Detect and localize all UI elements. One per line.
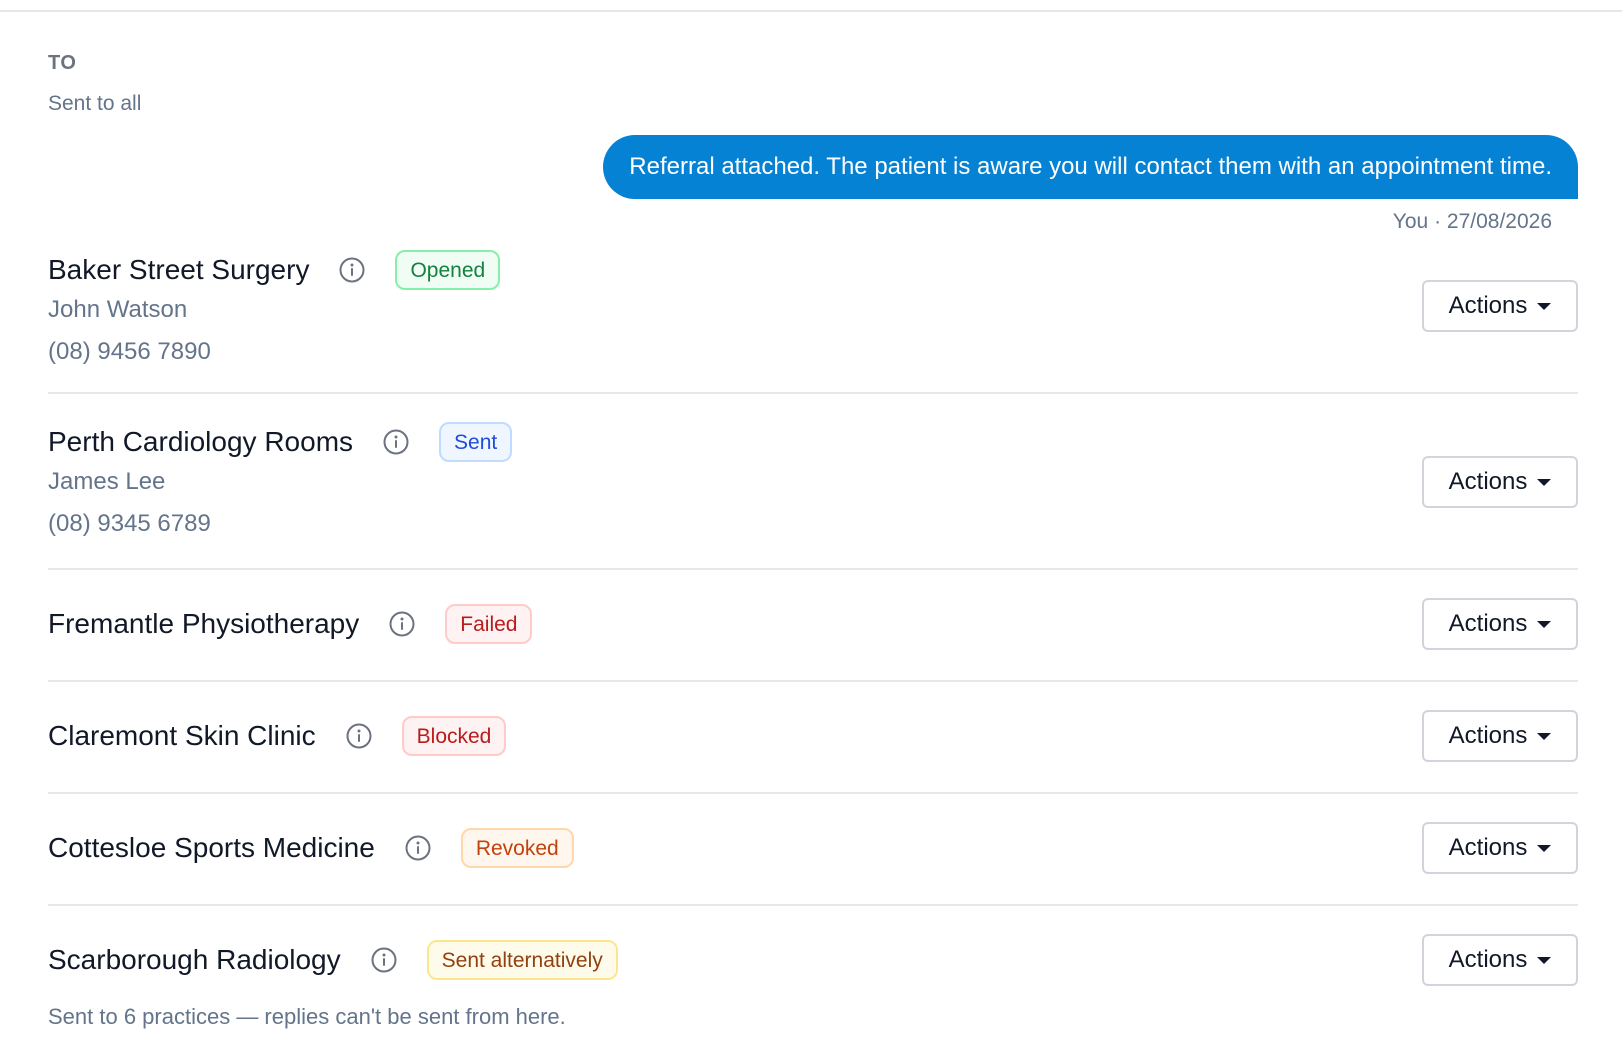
recipient-name: Cottesloe Sports Medicine <box>48 832 375 863</box>
info-icon[interactable] <box>371 947 397 973</box>
actions-label: Actions <box>1448 610 1528 637</box>
actions-label: Actions <box>1448 722 1528 749</box>
recipient-row: Baker Street Surgery Opened John Watson … <box>48 240 1578 394</box>
to-label: TO <box>48 52 77 74</box>
caret-down-icon <box>1537 956 1552 964</box>
caret-down-icon <box>1537 302 1552 310</box>
actions-label: Actions <box>1448 834 1528 861</box>
actions-label: Actions <box>1448 292 1528 319</box>
contact-phone: (08) 9345 6789 <box>48 510 211 537</box>
message-bubble: Referral attached. The patient is aware … <box>603 135 1578 199</box>
actions-button[interactable]: Actions <box>1422 710 1578 762</box>
recipient-row: Cottesloe Sports Medicine Revoked Action… <box>48 794 1578 906</box>
info-icon[interactable] <box>346 723 372 749</box>
status-badge: Sent alternatively <box>426 940 618 980</box>
recipient-row: Perth Cardiology Rooms Sent James Lee (0… <box>48 394 1578 570</box>
sent-to-text: Sent to all <box>48 92 142 115</box>
status-badge: Revoked <box>460 828 574 868</box>
caret-down-icon <box>1537 478 1552 486</box>
info-icon[interactable] <box>383 429 409 455</box>
caret-down-icon <box>1537 732 1552 740</box>
recipient-name: Claremont Skin Clinic <box>48 720 316 751</box>
contact-phone: (08) 9456 7890 <box>48 338 211 365</box>
status-badge: Sent <box>439 422 513 462</box>
recipient-list: Baker Street Surgery Opened John Watson … <box>48 240 1578 1016</box>
status-badge: Opened <box>395 250 501 290</box>
recipient-name: Scarborough Radiology <box>48 944 341 975</box>
actions-button[interactable]: Actions <box>1422 456 1578 508</box>
actions-button[interactable]: Actions <box>1422 598 1578 650</box>
actions-label: Actions <box>1448 468 1528 495</box>
top-divider <box>0 10 1622 12</box>
actions-label: Actions <box>1448 946 1528 973</box>
caret-down-icon <box>1537 844 1552 852</box>
info-icon[interactable] <box>389 611 415 637</box>
footer-note: Sent to 6 practices — replies can't be s… <box>48 1004 566 1029</box>
recipient-row: Scarborough Radiology Sent alternatively… <box>48 906 1578 1016</box>
status-badge: Failed <box>445 604 533 644</box>
recipient-row: Fremantle Physiotherapy Failed Actions <box>48 570 1578 682</box>
actions-button[interactable]: Actions <box>1422 822 1578 874</box>
recipient-name: Fremantle Physiotherapy <box>48 608 360 639</box>
actions-button[interactable]: Actions <box>1422 280 1578 332</box>
info-icon[interactable] <box>339 257 365 283</box>
recipient-name: Perth Cardiology Rooms <box>48 426 354 457</box>
recipient-name: Baker Street Surgery <box>48 254 310 285</box>
message-meta: You · 27/08/2026 <box>1392 210 1552 233</box>
caret-down-icon <box>1537 620 1552 628</box>
recipient-row: Claremont Skin Clinic Blocked Actions <box>48 682 1578 794</box>
actions-button[interactable]: Actions <box>1422 934 1578 986</box>
contact-name: John Watson <box>48 296 188 323</box>
status-badge: Blocked <box>401 716 507 756</box>
info-icon[interactable] <box>405 835 431 861</box>
contact-name: James Lee <box>48 468 166 495</box>
